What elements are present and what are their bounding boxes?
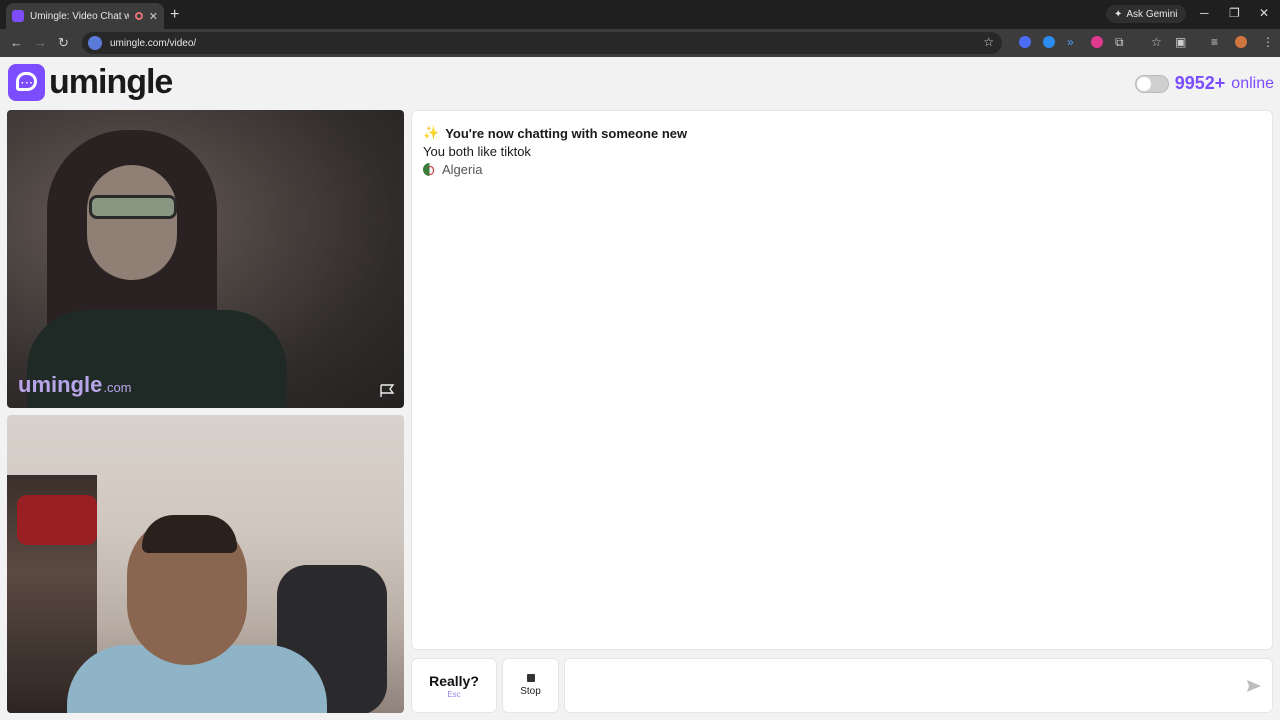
restore-icon[interactable]: ❐ <box>1229 6 1240 20</box>
tab-title: Umingle: Video Chat with S <box>30 10 129 22</box>
close-tab-icon[interactable]: ✕ <box>149 10 158 23</box>
esc-hint: Esc <box>447 689 461 699</box>
address-bar[interactable]: umingle.com/video/ ☆ <box>82 32 1002 54</box>
system-message: ✨ You're now chatting with someone new <box>423 125 687 141</box>
stop-button[interactable]: Stop <box>502 658 559 713</box>
close-window-icon[interactable]: ✕ <box>1259 6 1269 20</box>
media-controls-icon[interactable]: ≡ <box>1211 35 1218 49</box>
online-indicator: 9952+ online <box>1134 73 1274 94</box>
online-count: 9952+ <box>1174 73 1226 93</box>
message-box <box>564 658 1273 713</box>
algeria-flag-icon <box>423 163 436 176</box>
ask-gemini-label: Ask Gemini <box>1126 8 1178 20</box>
extension-4-icon[interactable] <box>1091 36 1103 48</box>
url-text: umingle.com/video/ <box>110 37 197 49</box>
site-info-icon[interactable] <box>88 36 102 50</box>
browser-tab[interactable]: Umingle: Video Chat with S ✕ <box>6 3 164 29</box>
watermark-main: umingle <box>18 372 103 397</box>
send-icon[interactable] <box>1246 679 1262 693</box>
bookmarks-icon[interactable]: ☆ <box>1151 35 1162 49</box>
self-video <box>7 415 404 713</box>
country-name: Algeria <box>442 162 483 177</box>
extensions-puzzle-icon[interactable]: ⧉ <box>1115 35 1124 50</box>
extension-2-icon[interactable] <box>1043 36 1055 48</box>
logo[interactable]: ··· umingle <box>8 63 173 102</box>
reload-icon[interactable]: ↻ <box>58 35 69 51</box>
chat-panel: ✨ You're now chatting with someone new Y… <box>411 110 1273 650</box>
video-watermark: umingle .com <box>18 372 132 398</box>
extension-1-icon[interactable] <box>1019 36 1031 48</box>
recording-icon <box>134 12 143 20</box>
stranger-video: umingle .com <box>7 110 404 408</box>
profile-avatar-icon[interactable] <box>1235 36 1247 48</box>
online-label: online <box>1231 74 1274 92</box>
system-title: You're now chatting with someone new <box>445 125 688 141</box>
glasses <box>89 195 177 219</box>
message-input[interactable] <box>575 674 1235 698</box>
stop-label: Stop <box>520 686 541 697</box>
menu-kebab-icon[interactable]: ⋮ <box>1262 35 1274 49</box>
back-icon[interactable]: ← <box>10 35 23 50</box>
forward-icon[interactable]: → <box>34 35 47 50</box>
browser-toolbar: ← → ↻ umingle.com/video/ ☆ » ⧉ ☆ ▣ ≡ ⋮ <box>0 29 1280 57</box>
watermark-suffix: .com <box>103 380 132 395</box>
common-interest: You both like tiktok <box>423 144 531 159</box>
chat-bubble-logo-icon: ··· <box>8 64 45 101</box>
minimize-icon[interactable]: ─ <box>1200 6 1209 20</box>
new-tab-button[interactable]: + <box>170 6 179 24</box>
gemini-sparkle-icon: ✦ <box>1114 8 1123 20</box>
report-flag-icon[interactable] <box>379 384 395 398</box>
umingle-favicon-icon <box>12 10 24 22</box>
sidepanel-icon[interactable]: ▣ <box>1175 35 1186 49</box>
really-label: Really? <box>429 672 479 689</box>
theme-toggle[interactable] <box>1134 74 1169 93</box>
stop-icon <box>526 674 535 682</box>
extension-3-icon[interactable]: » <box>1067 35 1074 49</box>
browser-tabbar: Umingle: Video Chat with S ✕ + ✦ Ask Gem… <box>0 0 1280 29</box>
stranger-country: Algeria <box>423 162 482 177</box>
bookmark-star-icon[interactable]: ☆ <box>983 35 994 49</box>
logo-text: umingle <box>49 63 173 101</box>
really-skip-button[interactable]: Really? Esc <box>411 658 497 713</box>
toggle-knob <box>1136 76 1151 91</box>
sparkles-icon: ✨ <box>423 125 440 140</box>
page: ··· umingle 9952+ online umingle .com ✨ … <box>0 57 1280 720</box>
ask-gemini-button[interactable]: ✦ Ask Gemini <box>1106 5 1186 23</box>
